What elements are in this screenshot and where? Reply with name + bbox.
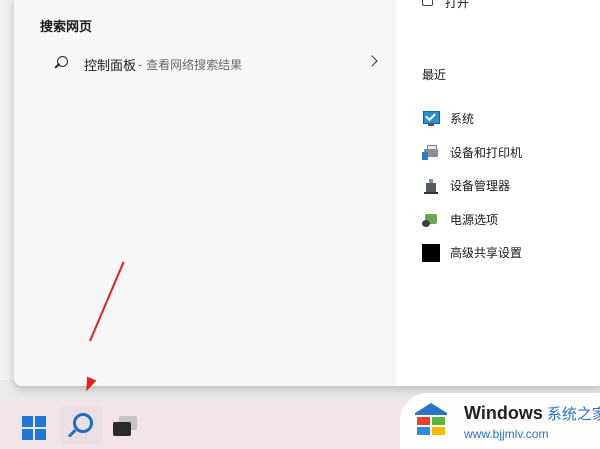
- recent-item-label: 系统: [450, 112, 475, 127]
- recent-list: 系统 设备和打印机 设备管理器 电源选项 高级共享设置: [422, 102, 522, 270]
- web-search-result[interactable]: 控制面板 - 查看网络搜索结果: [34, 49, 384, 79]
- search-icon: [54, 56, 70, 72]
- recent-item-label: 设备和打印机: [450, 145, 523, 160]
- open-action[interactable]: 打开: [422, 0, 469, 11]
- power-options-icon: [422, 210, 440, 228]
- taskbar-search-button[interactable]: [60, 406, 102, 444]
- recent-item-label: 高级共享设置: [450, 246, 523, 261]
- watermark-url: www.bjjmlv.com: [464, 427, 549, 441]
- recent-item-devices-printers[interactable]: 设备和打印机: [422, 136, 522, 170]
- chevron-right-icon[interactable]: [366, 55, 378, 67]
- watermark: Windows 系统之家 www.bjjmlv.com: [400, 393, 600, 449]
- section-title: 搜索网页: [40, 20, 93, 35]
- search-panel: 搜索网页 控制面板 - 查看网络搜索结果 打开 最近 系统 设备和打印机 设备管…: [14, 0, 600, 386]
- result-title: 控制面板: [84, 58, 137, 74]
- recent-item-label: 电源选项: [450, 212, 499, 227]
- recent-item-device-manager[interactable]: 设备管理器: [422, 169, 522, 203]
- printer-icon: [422, 143, 440, 161]
- result-subtitle: - 查看网络搜索结果: [138, 57, 243, 72]
- recent-item-advanced-sharing[interactable]: 高级共享设置: [422, 236, 522, 270]
- windows-logo-icon: [415, 403, 447, 435]
- recent-item-power-options[interactable]: 电源选项: [422, 203, 522, 237]
- recent-item-system[interactable]: 系统: [422, 102, 522, 136]
- search-results-column: 搜索网页 控制面板 - 查看网络搜索结果: [14, 0, 396, 386]
- watermark-brand: Windows 系统之家: [464, 403, 600, 424]
- screen: 搜索网页 控制面板 - 查看网络搜索结果 打开 最近 系统 设备和打印机 设备管…: [0, 0, 600, 449]
- watermark-brand-cn: 系统之家: [546, 406, 600, 423]
- recent-item-label: 设备管理器: [450, 179, 511, 194]
- recent-title: 最近: [422, 68, 447, 82]
- system-monitor-icon: [422, 110, 440, 128]
- device-manager-icon: [422, 177, 440, 195]
- start-button[interactable]: [22, 416, 46, 440]
- open-label: 打开: [445, 0, 470, 10]
- task-view-button[interactable]: [113, 416, 139, 438]
- open-icon: [422, 0, 433, 6]
- details-column: 打开 最近 系统 设备和打印机 设备管理器 电源选项 高级共享设置: [396, 0, 600, 386]
- sharing-icon: [422, 243, 440, 262]
